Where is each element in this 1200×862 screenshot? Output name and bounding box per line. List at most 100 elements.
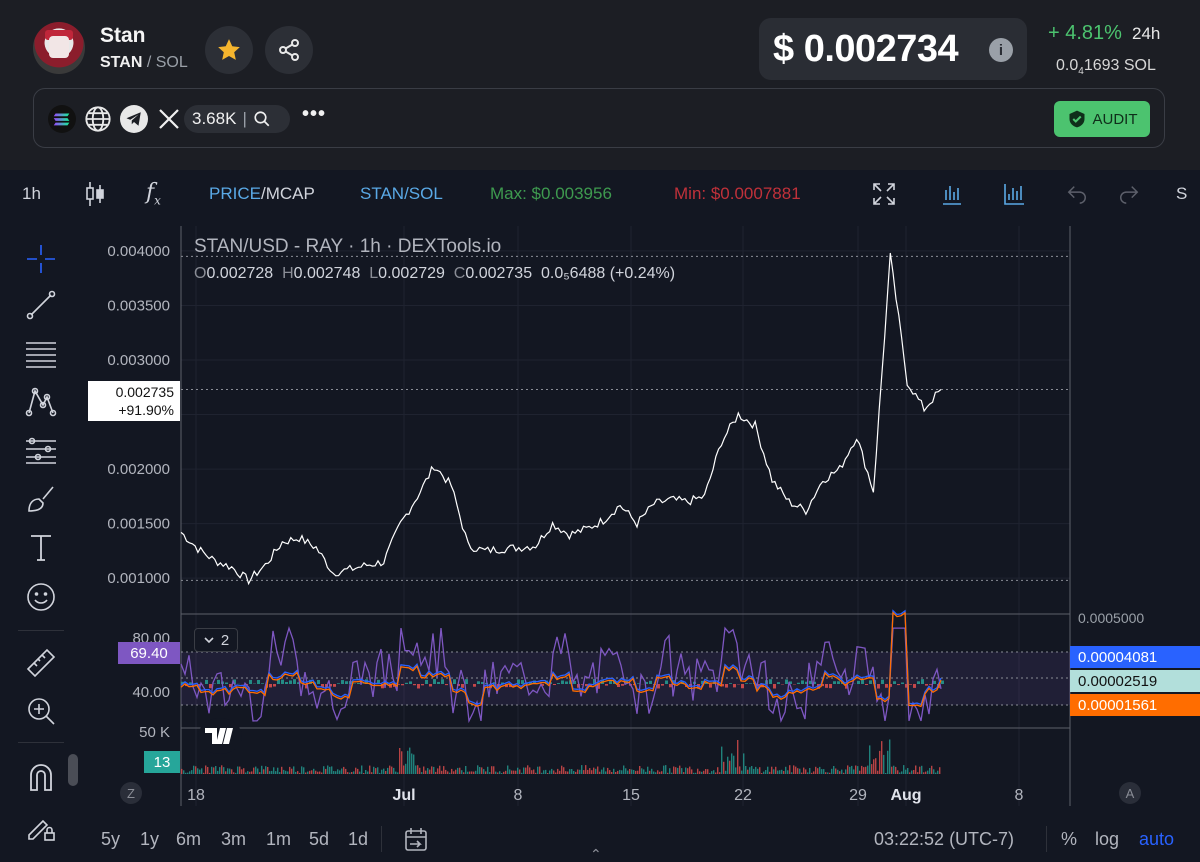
range-5d[interactable]: 5d [309, 829, 329, 850]
volume-bar [405, 763, 407, 774]
token-header: Stan STAN / SOL $ 0.002734 i + 4.81% 24h… [0, 0, 1200, 170]
range-1y[interactable]: 1y [140, 829, 159, 850]
indicators-fx-icon[interactable]: fx [146, 180, 161, 207]
magnet-tool[interactable] [22, 758, 60, 796]
trendline-tool[interactable] [22, 286, 60, 324]
volume-bar [827, 772, 829, 774]
histogram-bar [925, 684, 928, 686]
volume-bar [197, 768, 199, 774]
histogram-bar [637, 683, 640, 684]
clock-time[interactable]: 03:22:52 (UTC-7) [874, 829, 1014, 850]
volume-bar [407, 750, 409, 774]
crosshair-tool[interactable] [22, 240, 60, 278]
zoom-in-tool[interactable] [22, 692, 60, 730]
price-mcap-toggle[interactable]: PRICE/MCAP [209, 184, 315, 204]
text-tool[interactable] [22, 528, 60, 566]
favorite-button[interactable] [205, 26, 253, 74]
volume-bar [285, 770, 287, 774]
histogram-bar [765, 680, 768, 684]
histogram-icon [1004, 184, 1024, 205]
range-3m[interactable]: 3m [221, 829, 246, 850]
range-1d[interactable]: 1d [348, 829, 368, 850]
volume-bar [415, 765, 417, 774]
volume-bar [575, 771, 577, 774]
volume-bar [363, 773, 365, 774]
volume-bar [915, 765, 917, 774]
volume-bar [921, 765, 923, 774]
volume-bar [287, 771, 289, 774]
telegram-icon[interactable] [120, 105, 148, 133]
tools-scrollbar[interactable] [68, 754, 78, 786]
info-icon[interactable]: i [989, 38, 1013, 62]
candle-type-button[interactable] [84, 181, 106, 212]
share-button[interactable] [265, 26, 313, 74]
volume-bar [495, 771, 497, 774]
histogram-bar [505, 684, 508, 688]
range-1m[interactable]: 1m [266, 829, 291, 850]
volume-bar [769, 771, 771, 774]
volume-bar [191, 770, 193, 774]
expand-panel-handle[interactable]: ⌃ [590, 846, 602, 862]
pair-toggle[interactable]: STAN/SOL [360, 184, 443, 204]
date-range-button[interactable] [402, 826, 430, 859]
volume-bar [789, 765, 791, 774]
range-5y[interactable]: 5y [101, 829, 120, 850]
x-followers-pill[interactable]: 3.68K | [184, 105, 290, 133]
more-options-button[interactable]: ••• [302, 103, 326, 126]
x-twitter-icon[interactable] [155, 105, 183, 133]
volume-bar [273, 767, 275, 774]
redo-button[interactable] [1118, 182, 1140, 209]
a-label: A [1126, 786, 1135, 801]
brush-tool[interactable] [22, 480, 60, 518]
interval-selector[interactable]: 1h [22, 184, 41, 204]
indicator-collapse-toggle[interactable]: 2 [194, 628, 238, 652]
histogram-bar [593, 679, 596, 684]
percent-scale-toggle[interactable]: % [1061, 829, 1077, 850]
histogram-bar [373, 683, 376, 684]
volume-bar [413, 754, 415, 774]
volume-style-button[interactable] [1002, 182, 1026, 211]
chart-style-button[interactable] [940, 182, 964, 211]
histogram-bar [833, 681, 836, 684]
histogram-bar [661, 684, 664, 686]
histogram-bar [485, 682, 488, 684]
website-globe-icon[interactable] [84, 105, 112, 133]
histogram-bar [825, 684, 828, 688]
projection-tool[interactable] [22, 432, 60, 470]
range-6m[interactable]: 6m [176, 829, 201, 850]
settings-truncated[interactable]: S [1176, 184, 1187, 204]
emoji-tool[interactable] [22, 578, 60, 616]
histogram-bar [217, 679, 220, 684]
histogram-bar [557, 683, 560, 684]
fullscreen-button[interactable] [872, 182, 896, 211]
histogram-bar [909, 684, 912, 685]
search-icon[interactable] [253, 110, 271, 128]
undo-button[interactable] [1066, 182, 1088, 209]
volume-bar [251, 771, 253, 774]
x-tick-label: 18 [187, 787, 205, 804]
audit-button[interactable]: AUDIT [1054, 101, 1150, 137]
volume-bar [657, 770, 659, 774]
histogram-bar [385, 682, 388, 684]
volume-bar [889, 739, 891, 774]
histogram-bar [685, 684, 688, 688]
histogram-bar [309, 679, 312, 684]
volume-bar [715, 772, 717, 774]
histogram-bar [753, 683, 756, 684]
histogram-bar [917, 681, 920, 684]
measure-tool[interactable] [22, 644, 60, 682]
volume-bar [917, 772, 919, 774]
auto-scale-toggle[interactable]: auto [1139, 829, 1174, 850]
volume-bar [619, 769, 621, 774]
tradingview-logo[interactable] [198, 718, 242, 754]
volume-bar [339, 770, 341, 774]
histogram-bar [569, 680, 572, 684]
volume-bar [303, 767, 305, 774]
pattern-tool[interactable] [22, 382, 60, 420]
histogram-bar [809, 680, 812, 684]
log-scale-toggle[interactable]: log [1095, 829, 1119, 850]
fib-tool[interactable] [22, 334, 60, 372]
histogram-bar [185, 684, 188, 687]
solana-icon[interactable] [48, 105, 76, 133]
volume-bar [739, 766, 741, 774]
